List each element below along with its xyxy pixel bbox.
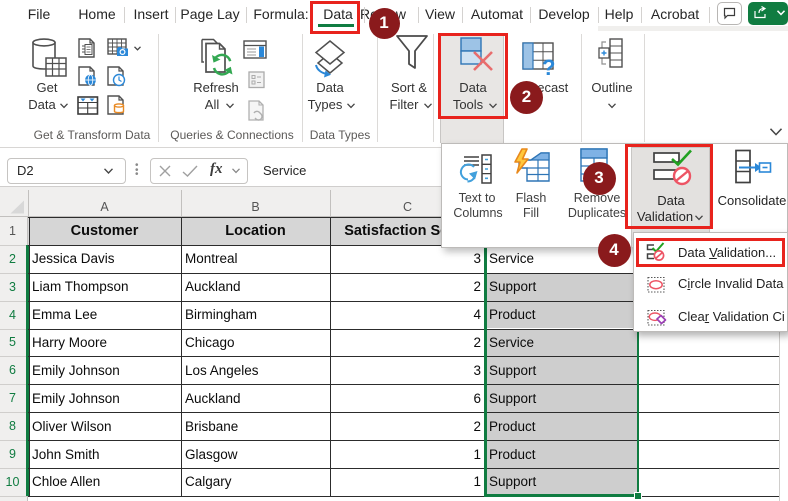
svg-text:?: ? — [542, 55, 555, 76]
